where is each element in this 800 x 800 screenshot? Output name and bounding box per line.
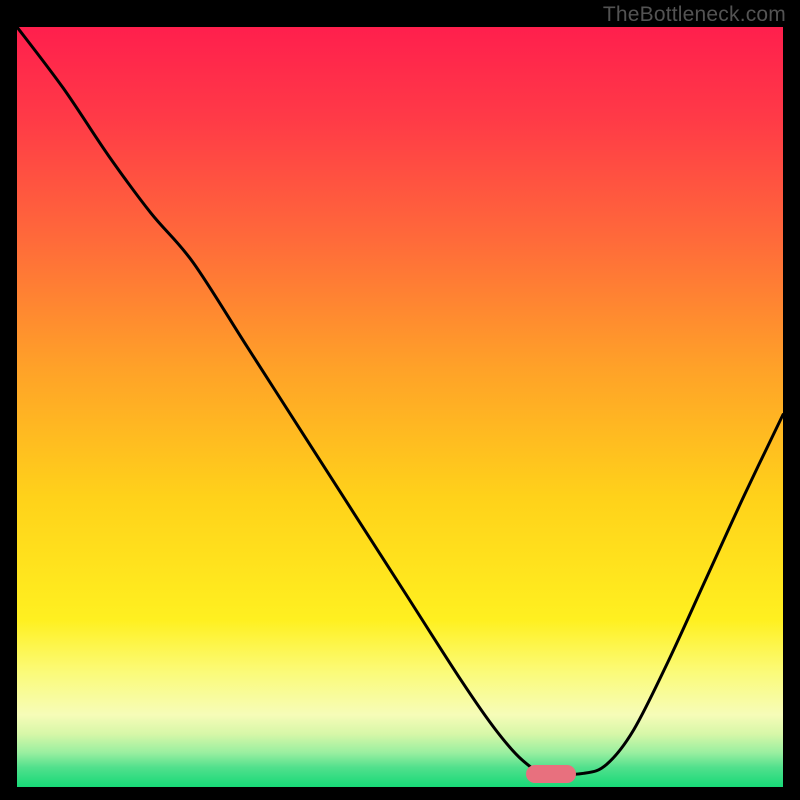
chart-frame: TheBottleneck.com [0,0,800,800]
optimal-marker [526,765,576,783]
plot-area [17,27,783,787]
watermark-text: TheBottleneck.com [603,3,786,27]
bottleneck-curve [17,27,783,787]
